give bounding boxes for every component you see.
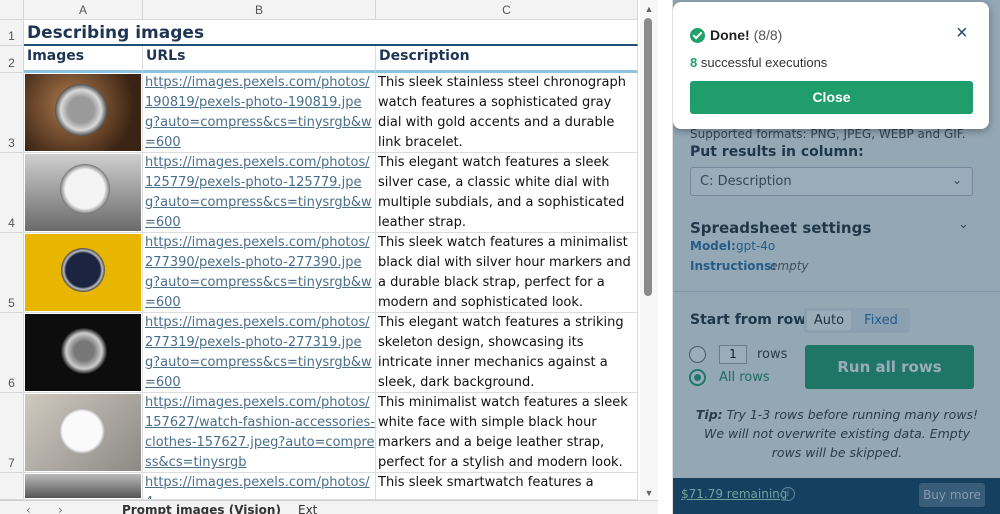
image-cell[interactable] [24, 473, 143, 500]
row-number: 3 [8, 136, 15, 150]
url-link[interactable]: https://images.pexels.com/photos/277390/… [143, 233, 376, 313]
prev-sheet-icon[interactable]: ‹ [26, 503, 31, 514]
header-urls[interactable]: URLs [143, 46, 376, 73]
side-panel: Supported formats: PNG, JPEG, WEBP and G… [672, 0, 1000, 514]
column-header-a[interactable]: A [24, 0, 143, 20]
url-link[interactable]: https://images.pexels.com/photos/125779/… [143, 153, 376, 233]
row-header-6[interactable]: 6 [0, 313, 24, 393]
close-button[interactable]: Close [690, 81, 973, 114]
watch-image [25, 234, 141, 311]
scroll-up-icon[interactable]: ▲ [641, 4, 657, 14]
column-header-b[interactable]: B [143, 0, 376, 20]
url-link[interactable]: https://images.pexels.com/photos/4 [143, 473, 376, 500]
row-number: 4 [8, 216, 15, 230]
column-header-c[interactable]: C [376, 0, 638, 20]
spreadsheet: A B C 1 2 3 4 5 6 7 Describing images Im… [0, 0, 658, 514]
description-cell[interactable]: This elegant watch features a striking s… [376, 313, 638, 393]
sheet-tab[interactable]: Ext [298, 503, 317, 514]
row-number: 1 [8, 29, 15, 43]
row-header-5[interactable]: 5 [0, 233, 24, 313]
header-images[interactable]: Images [24, 46, 143, 73]
image-cell[interactable] [24, 73, 143, 153]
watch-image [25, 74, 141, 151]
description-cell[interactable]: This sleek stainless steel chronograph w… [376, 73, 638, 153]
success-count: 8 [690, 55, 698, 70]
done-toast: Done! (8/8) × 8 successful executions Cl… [673, 2, 989, 129]
row-header-7[interactable]: 7 [0, 393, 24, 473]
row-number: 7 [8, 456, 15, 470]
row-header-2[interactable]: 2 [0, 46, 24, 73]
row-header-3[interactable]: 3 [0, 73, 24, 153]
url-link[interactable]: https://images.pexels.com/photos/157627/… [143, 393, 376, 473]
description-cell[interactable]: This sleek watch features a minimalist b… [376, 233, 638, 313]
next-sheet-icon[interactable]: › [58, 503, 63, 514]
toast-title: Done! (8/8) [710, 27, 782, 43]
watch-image [25, 474, 141, 498]
sheet-title[interactable]: Describing images [24, 20, 638, 46]
watch-image [25, 314, 141, 391]
sheet-tab-bar: ‹ › Prompt images (Vision) Ext [0, 500, 658, 514]
description-cell[interactable]: This sleek smartwatch features a [376, 473, 638, 500]
watch-image [25, 154, 141, 231]
description-cell[interactable]: This minimalist watch features a sleek w… [376, 393, 638, 473]
image-cell[interactable] [24, 393, 143, 473]
image-cell[interactable] [24, 153, 143, 233]
image-cell[interactable] [24, 313, 143, 393]
check-circle-icon [690, 28, 705, 43]
toast-count: (8/8) [753, 27, 783, 43]
url-link[interactable]: https://images.pexels.com/photos/277319/… [143, 313, 376, 393]
watch-image [25, 394, 141, 471]
scrollbar-thumb[interactable] [644, 18, 652, 296]
success-text: successful executions [700, 55, 828, 70]
select-all-corner[interactable] [0, 0, 24, 20]
row-header-1[interactable]: 1 [0, 20, 24, 46]
url-link[interactable]: https://images.pexels.com/photos/190819/… [143, 73, 376, 153]
header-description[interactable]: Description [376, 46, 638, 73]
close-icon[interactable]: × [956, 23, 968, 43]
row-header-8[interactable] [0, 473, 24, 500]
toast-title-text: Done! [710, 27, 750, 43]
scroll-down-icon[interactable]: ▼ [641, 488, 657, 498]
row-number: 5 [8, 296, 15, 310]
success-summary: 8 successful executions [690, 55, 827, 70]
row-number: 2 [8, 56, 15, 70]
row-header-4[interactable]: 4 [0, 153, 24, 233]
description-cell[interactable]: This elegant watch features a sleek silv… [376, 153, 638, 233]
row-number: 6 [8, 376, 15, 390]
sheet-tab-active[interactable]: Prompt images (Vision) [122, 503, 281, 514]
image-cell[interactable] [24, 233, 143, 313]
